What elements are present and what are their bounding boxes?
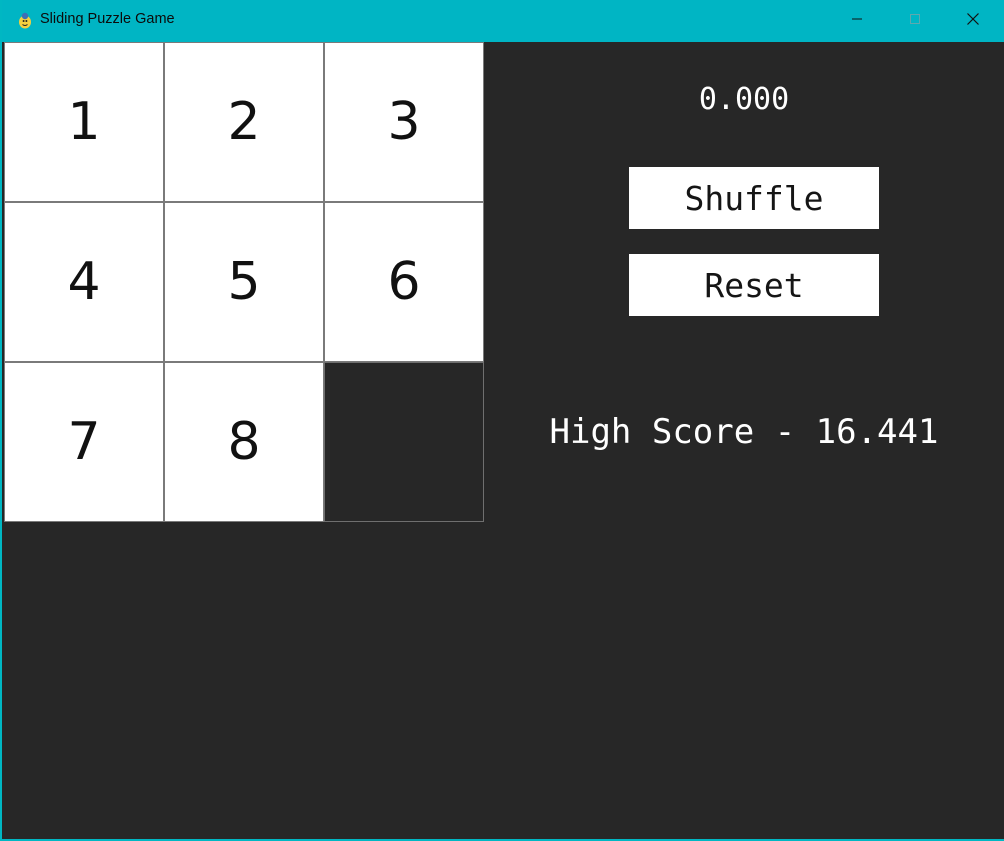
maximize-icon xyxy=(909,12,921,30)
game-canvas: 12345678 0.000 Shuffle Reset High Score … xyxy=(4,42,1004,839)
high-score-display: High Score - 16.441 xyxy=(524,412,964,456)
minimize-icon xyxy=(851,12,863,30)
reset-button[interactable]: Reset xyxy=(629,254,879,316)
high-score-separator: - xyxy=(754,412,816,452)
high-score-label: High Score xyxy=(549,412,755,452)
high-score-value: 16.441 xyxy=(815,412,939,452)
puzzle-tile[interactable]: 2 xyxy=(164,42,324,202)
puzzle-tile[interactable]: 8 xyxy=(164,362,324,522)
puzzle-tile[interactable]: 5 xyxy=(164,202,324,362)
title-bar[interactable]: Sliding Puzzle Game xyxy=(2,0,1004,42)
puzzle-tile[interactable]: 7 xyxy=(4,362,164,522)
window-title: Sliding Puzzle Game xyxy=(40,11,175,27)
puzzle-tile[interactable]: 4 xyxy=(4,202,164,362)
empty-tile[interactable] xyxy=(324,362,484,522)
puzzle-tile[interactable]: 1 xyxy=(4,42,164,202)
timer-display: 0.000 xyxy=(698,82,790,117)
close-button[interactable] xyxy=(944,0,1002,42)
close-icon xyxy=(966,12,980,31)
maximize-button[interactable] xyxy=(886,0,944,42)
shuffle-button[interactable]: Shuffle xyxy=(629,167,879,229)
puzzle-tile[interactable]: 6 xyxy=(324,202,484,362)
minimize-button[interactable] xyxy=(828,0,886,42)
python-logo-icon xyxy=(16,12,34,30)
app-window: Sliding Puzzle Game 12345678 0.000 Shuff… xyxy=(0,0,1004,841)
puzzle-tile[interactable]: 3 xyxy=(324,42,484,202)
